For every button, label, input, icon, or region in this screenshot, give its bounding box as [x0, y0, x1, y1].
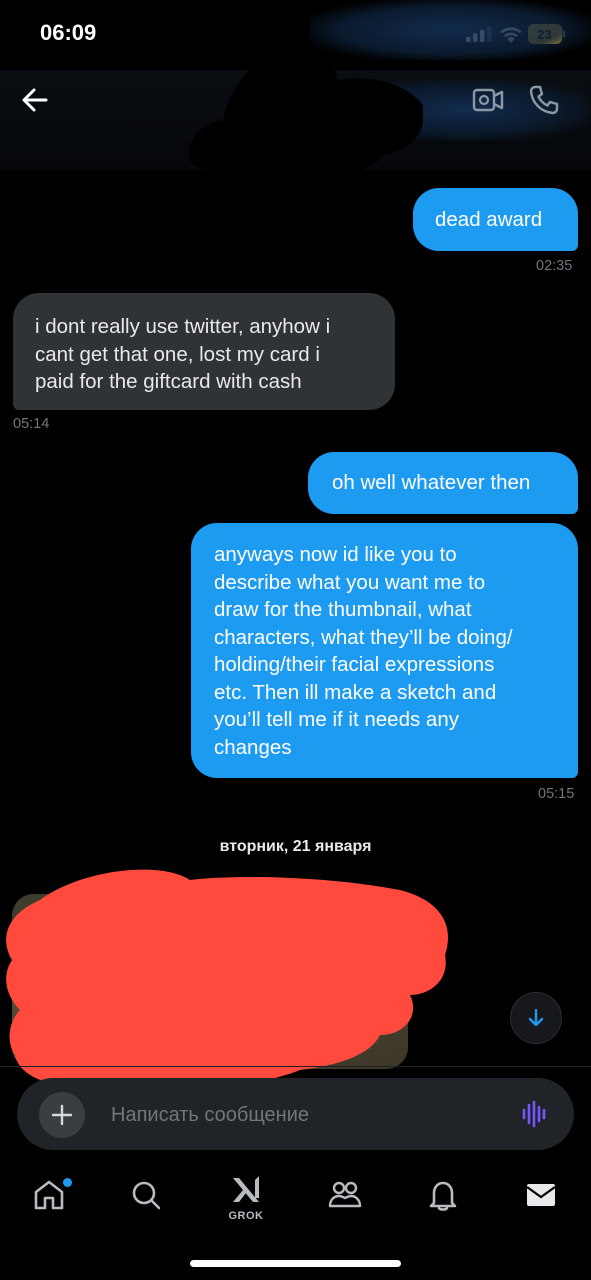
home-indicator: [190, 1260, 401, 1267]
scroll-to-bottom-button[interactable]: [510, 992, 562, 1044]
composer-divider: [0, 1066, 591, 1067]
message-text: i dont really use twitter, anyhow i cant…: [35, 315, 331, 393]
status-time: 06:09: [40, 20, 97, 45]
video-camera-icon: [472, 88, 504, 112]
tab-home[interactable]: [19, 1170, 79, 1230]
message-bubble-outgoing[interactable]: anyways now id like you to describe what…: [191, 523, 578, 778]
bell-icon: [429, 1181, 457, 1211]
voice-message-button[interactable]: [519, 1098, 551, 1130]
tab-search[interactable]: [116, 1170, 176, 1230]
redacted-avatar: [189, 50, 423, 176]
people-icon: [328, 1181, 362, 1208]
message-text: anyways now id like you to describe what…: [214, 543, 513, 759]
search-icon: [132, 1181, 161, 1210]
message-text: oh well whatever then: [332, 471, 531, 494]
message-bubble-outgoing[interactable]: oh well whatever then: [308, 452, 578, 514]
grok-icon: [233, 1176, 259, 1202]
message-input[interactable]: [109, 1096, 493, 1134]
video-call-button[interactable]: [470, 84, 506, 116]
notification-badge: [61, 1176, 74, 1189]
message-text: dead award: [435, 208, 543, 231]
plus-icon: [51, 1104, 73, 1126]
envelope-icon: [526, 1184, 556, 1206]
tab-messages[interactable]: [511, 1170, 571, 1230]
redaction-scribble: [6, 869, 449, 1090]
grok-label: GROK: [228, 1210, 264, 1222]
voice-call-button[interactable]: [526, 82, 562, 118]
phone-icon: [529, 85, 559, 115]
back-button[interactable]: [18, 84, 54, 116]
message-time: 02:35: [536, 258, 573, 274]
chat-header: [0, 0, 591, 176]
arrow-left-icon: [22, 88, 48, 112]
message-time: 05:15: [538, 786, 575, 802]
message-bubble-incoming[interactable]: i dont really use twitter, anyhow i cant…: [13, 293, 395, 410]
tab-notifications[interactable]: [413, 1170, 473, 1230]
message-bubble-outgoing[interactable]: dead award: [413, 188, 578, 251]
tab-grok[interactable]: GROK: [216, 1170, 276, 1230]
tab-communities[interactable]: [314, 1170, 374, 1230]
audio-waveform-icon: [522, 1100, 546, 1128]
message-time: 05:14: [13, 416, 50, 432]
date-separator: вторник, 21 января: [219, 838, 372, 855]
message-composer: [17, 1078, 574, 1150]
add-attachment-button[interactable]: [39, 1092, 85, 1138]
arrow-down-icon: [528, 1008, 544, 1027]
